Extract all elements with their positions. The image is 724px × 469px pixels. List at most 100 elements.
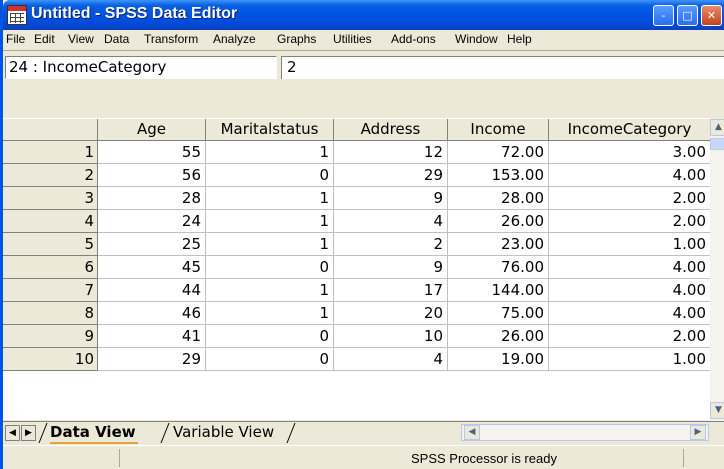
data-cell[interactable]: 1 (206, 233, 334, 256)
menu-help[interactable]: Help (507, 32, 532, 46)
data-cell[interactable]: 1.00 (549, 233, 711, 256)
data-cell[interactable]: 0 (206, 256, 334, 279)
row-number[interactable]: 7 (3, 279, 98, 302)
data-cell[interactable]: 28.00 (448, 187, 549, 210)
menu-graphs[interactable]: Graphs (277, 32, 316, 46)
data-cell[interactable]: 1 (206, 302, 334, 325)
data-cell[interactable]: 4.00 (549, 302, 711, 325)
data-cell[interactable]: 76.00 (448, 256, 549, 279)
data-cell[interactable]: 2 (334, 233, 448, 256)
menu-add-ons[interactable]: Add-ons (391, 32, 436, 46)
data-cell[interactable]: 2.00 (549, 325, 711, 348)
row-number[interactable]: 9 (3, 325, 98, 348)
tab-data-view[interactable]: Data View (50, 422, 136, 443)
status-bar: SPSS Processor is ready (3, 445, 724, 469)
menu-window[interactable]: Window (455, 32, 498, 46)
maximize-button[interactable]: □ (677, 5, 698, 26)
column-header[interactable]: IncomeCategory (549, 119, 711, 141)
spss-app-icon[interactable] (7, 5, 27, 25)
data-cell[interactable]: 1 (206, 187, 334, 210)
column-header[interactable]: Age (98, 119, 206, 141)
data-cell[interactable]: 20 (334, 302, 448, 325)
data-cell[interactable]: 24 (98, 210, 206, 233)
data-cell[interactable]: 3.00 (549, 141, 711, 164)
cell-reference-field[interactable]: 24 : IncomeCategory (5, 56, 277, 79)
data-cell[interactable]: 46 (98, 302, 206, 325)
row-number[interactable]: 2 (3, 164, 98, 187)
data-cell[interactable]: 41 (98, 325, 206, 348)
data-cell[interactable]: 45 (98, 256, 206, 279)
data-cell[interactable]: 4 (334, 210, 448, 233)
window-title: Untitled - SPSS Data Editor (31, 5, 238, 22)
data-cell[interactable]: 4.00 (549, 164, 711, 187)
row-number[interactable]: 1 (3, 141, 98, 164)
data-cell[interactable]: 26.00 (448, 210, 549, 233)
data-cell[interactable]: 153.00 (448, 164, 549, 187)
row-number[interactable]: 3 (3, 187, 98, 210)
data-cell[interactable]: 0 (206, 325, 334, 348)
tab-variable-view[interactable]: Variable View (173, 422, 274, 443)
data-cell[interactable]: 1.00 (549, 348, 711, 371)
scroll-down-icon[interactable]: ▼ (710, 402, 724, 419)
data-cell[interactable]: 75.00 (448, 302, 549, 325)
data-cell[interactable]: 17 (334, 279, 448, 302)
scroll-right-icon[interactable]: ▶ (690, 425, 706, 440)
cell-value-field[interactable]: 2 (281, 56, 724, 79)
title-bar[interactable]: Untitled - SPSS Data Editor - □ ✕ (3, 0, 724, 30)
data-cell[interactable]: 12 (334, 141, 448, 164)
data-cell[interactable]: 1 (206, 210, 334, 233)
corner-cell[interactable] (3, 119, 98, 141)
data-cell[interactable]: 25 (98, 233, 206, 256)
scroll-left-icon[interactable]: ◀ (464, 425, 480, 440)
column-header[interactable]: Maritalstatus (206, 119, 334, 141)
data-cell[interactable]: 0 (206, 164, 334, 187)
data-cell[interactable]: 26.00 (448, 325, 549, 348)
data-cell[interactable]: 28 (98, 187, 206, 210)
data-cell[interactable]: 23.00 (448, 233, 549, 256)
row-number[interactable]: 4 (3, 210, 98, 233)
row-number[interactable]: 8 (3, 302, 98, 325)
tab-prev-icon[interactable]: ◀ (5, 425, 20, 441)
data-cell[interactable]: 9 (334, 256, 448, 279)
menu-bar: File Edit View Data Transform Analyze Gr… (3, 30, 724, 51)
data-cell[interactable]: 9 (334, 187, 448, 210)
data-cell[interactable]: 2.00 (549, 187, 711, 210)
menu-edit[interactable]: Edit (34, 32, 55, 46)
data-cell[interactable]: 44 (98, 279, 206, 302)
row-number[interactable]: 5 (3, 233, 98, 256)
column-header[interactable]: Address (334, 119, 448, 141)
data-cell[interactable]: 19.00 (448, 348, 549, 371)
data-cell[interactable]: 4.00 (549, 256, 711, 279)
horizontal-scrollbar[interactable]: ◀ ▶ (461, 424, 709, 441)
vertical-scrollbar[interactable]: ▲ ▼ (710, 119, 724, 421)
scroll-thumb[interactable] (710, 138, 724, 150)
minimize-button[interactable]: - (653, 5, 674, 26)
data-cell[interactable]: 10 (334, 325, 448, 348)
close-button[interactable]: ✕ (701, 5, 722, 26)
data-cell[interactable]: 4 (334, 348, 448, 371)
status-separator (119, 449, 120, 467)
data-cell[interactable]: 1 (206, 279, 334, 302)
menu-view[interactable]: View (68, 32, 94, 46)
menu-analyze[interactable]: Analyze (213, 32, 256, 46)
data-cell[interactable]: 1 (206, 141, 334, 164)
menu-transform[interactable]: Transform (144, 32, 198, 46)
menu-utilities[interactable]: Utilities (333, 32, 372, 46)
data-cell[interactable]: 72.00 (448, 141, 549, 164)
spss-window: Untitled - SPSS Data Editor - □ ✕ File E… (0, 0, 724, 469)
menu-data[interactable]: Data (104, 32, 129, 46)
row-number[interactable]: 6 (3, 256, 98, 279)
data-cell[interactable]: 29 (334, 164, 448, 187)
data-cell[interactable]: 0 (206, 348, 334, 371)
row-number[interactable]: 10 (3, 348, 98, 371)
tab-next-icon[interactable]: ▶ (21, 425, 36, 441)
data-cell[interactable]: 56 (98, 164, 206, 187)
column-header[interactable]: Income (448, 119, 549, 141)
data-cell[interactable]: 29 (98, 348, 206, 371)
data-cell[interactable]: 4.00 (549, 279, 711, 302)
data-cell[interactable]: 144.00 (448, 279, 549, 302)
menu-file[interactable]: File (6, 32, 25, 46)
data-cell[interactable]: 2.00 (549, 210, 711, 233)
scroll-up-icon[interactable]: ▲ (710, 119, 724, 136)
data-cell[interactable]: 55 (98, 141, 206, 164)
